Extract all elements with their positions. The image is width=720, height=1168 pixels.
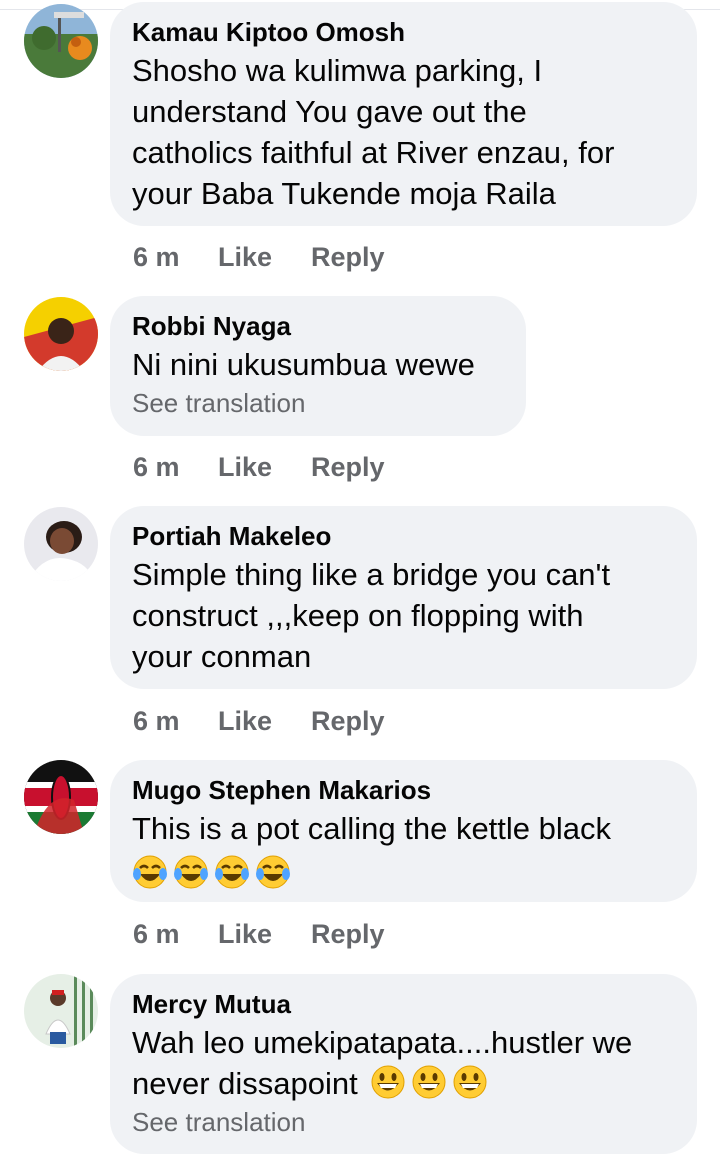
- comment-line: your conman: [132, 639, 312, 674]
- tears-of-joy-emoji-icon: [255, 854, 291, 890]
- see-translation-link[interactable]: See translation: [132, 1105, 675, 1139]
- grinning-face-emoji-icon: [452, 1064, 488, 1100]
- avatar[interactable]: [24, 974, 98, 1048]
- comment-line: your Baba Tukende moja Raila: [132, 176, 556, 211]
- avatar[interactable]: [24, 507, 98, 581]
- emoji-row: [132, 849, 675, 897]
- comment-line: never dissapoint: [132, 1066, 358, 1101]
- comment-author[interactable]: Mugo Stephen Makarios: [132, 774, 675, 806]
- comment-line: understand You gave out the: [132, 94, 527, 129]
- reply-button[interactable]: Reply: [311, 240, 385, 274]
- comment-line: This is a pot calling the kettle black: [132, 811, 612, 846]
- reply-button[interactable]: Reply: [311, 450, 385, 484]
- like-button[interactable]: Like: [218, 240, 272, 274]
- comment-bubble: Mercy Mutua Wah leo umekipatapata....hus…: [110, 974, 697, 1154]
- comment-text: This is a pot calling the kettle black: [132, 808, 675, 897]
- comment-time: 6 m: [133, 706, 180, 736]
- grinning-face-emoji-icon: [411, 1064, 447, 1100]
- comment-text: Wah leo umekipatapata....hustler we neve…: [132, 1022, 675, 1104]
- comment-line: Simple thing like a bridge you can't: [132, 557, 611, 592]
- comment-author[interactable]: Portiah Makeleo: [132, 520, 675, 552]
- tears-of-joy-emoji-icon: [173, 854, 209, 890]
- comment-author[interactable]: Robbi Nyaga: [132, 310, 504, 342]
- avatar[interactable]: [24, 4, 98, 78]
- avatar[interactable]: [24, 297, 98, 371]
- comment-bubble: Portiah Makeleo Simple thing like a brid…: [110, 506, 697, 689]
- like-button[interactable]: Like: [218, 450, 272, 484]
- comment-time: 6 m: [133, 452, 180, 482]
- comment-text: Ni nini ukusumbua wewe: [132, 344, 504, 385]
- comment-time: 6 m: [133, 242, 180, 272]
- comment-line-with-emoji: never dissapoint: [132, 1063, 675, 1104]
- grinning-face-emoji-icon: [370, 1064, 406, 1100]
- comment-line: construct ,,,keep on flopping with: [132, 598, 584, 633]
- comment-line: Ni nini ukusumbua wewe: [132, 347, 475, 382]
- tears-of-joy-emoji-icon: [214, 854, 250, 890]
- comment-author[interactable]: Mercy Mutua: [132, 988, 675, 1020]
- see-translation-link[interactable]: See translation: [132, 386, 504, 420]
- avatar[interactable]: [24, 760, 98, 834]
- comment-bubble: Robbi Nyaga Ni nini ukusumbua wewe See t…: [110, 296, 526, 436]
- like-button[interactable]: Like: [218, 917, 272, 951]
- comment-text: Shosho wa kulimwa parking, I understand …: [132, 50, 675, 214]
- comment-time: 6 m: [133, 919, 180, 949]
- comment-line: Wah leo umekipatapata....hustler we: [132, 1025, 633, 1060]
- reply-button[interactable]: Reply: [311, 917, 385, 951]
- comment-line: Shosho wa kulimwa parking, I: [132, 53, 543, 88]
- comment-author[interactable]: Kamau Kiptoo Omosh: [132, 16, 675, 48]
- comment-text: Simple thing like a bridge you can't con…: [132, 554, 675, 677]
- comment-line: catholics faithful at River enzau, for: [132, 135, 615, 170]
- tears-of-joy-emoji-icon: [132, 854, 168, 890]
- like-button[interactable]: Like: [218, 704, 272, 738]
- comment-bubble: Mugo Stephen Makarios This is a pot call…: [110, 760, 697, 902]
- reply-button[interactable]: Reply: [311, 704, 385, 738]
- comment-bubble: Kamau Kiptoo Omosh Shosho wa kulimwa par…: [110, 2, 697, 226]
